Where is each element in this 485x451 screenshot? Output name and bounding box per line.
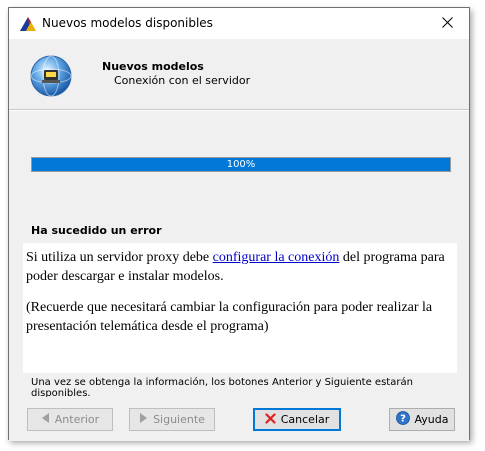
back-button-label: Anterior <box>54 413 100 426</box>
app-logo-icon <box>19 16 37 32</box>
progress-bar: 100% <box>31 157 451 172</box>
header-title: Nuevos modelos <box>102 60 204 73</box>
next-button-label: Siguiente <box>153 413 205 426</box>
help-button-label: Ayuda <box>414 413 449 426</box>
error-paragraph-2: (Recuerde que necesitará cambiar la conf… <box>26 300 433 334</box>
help-button[interactable]: ? Ayuda <box>389 408 455 431</box>
error-message: Si utiliza un servidor proxy debe config… <box>23 243 457 373</box>
error-text-before-link: Si utiliza un servidor proxy debe <box>26 250 213 265</box>
back-button[interactable]: Anterior <box>27 408 113 431</box>
error-paragraph-1: Si utiliza un servidor proxy debe config… <box>26 248 453 286</box>
help-question-icon: ? <box>395 411 410 428</box>
cancel-button-label: Cancelar <box>280 413 330 426</box>
next-button[interactable]: Siguiente <box>129 408 215 431</box>
configure-connection-link[interactable]: configurar la conexión <box>213 250 340 265</box>
arrow-left-icon <box>41 413 50 426</box>
arrow-right-icon <box>139 413 148 426</box>
close-button[interactable] <box>425 8 469 39</box>
header-divider <box>9 109 469 111</box>
wizard-header: Nuevos modelos Conexión con el servidor <box>9 39 469 109</box>
dialog-window: Nuevos modelos disponibles Nuevos modelo… <box>8 7 470 441</box>
svg-text:?: ? <box>400 414 406 425</box>
footnote-text: Una vez se obtenga la información, los b… <box>31 377 413 399</box>
title-bar: Nuevos modelos disponibles <box>9 8 469 39</box>
cancel-x-icon <box>265 412 276 427</box>
cancel-button[interactable]: Cancelar <box>253 408 341 431</box>
progress-label: 100% <box>226 159 256 170</box>
error-title: Ha sucedido un error <box>31 224 162 237</box>
server-globe-icon <box>29 54 73 98</box>
window-title: Nuevos modelos disponibles <box>42 16 213 30</box>
button-bar: Anterior Siguiente Cancelar ? Ayuda <box>9 397 469 441</box>
close-icon <box>441 16 453 31</box>
header-subtitle: Conexión con el servidor <box>114 74 251 87</box>
